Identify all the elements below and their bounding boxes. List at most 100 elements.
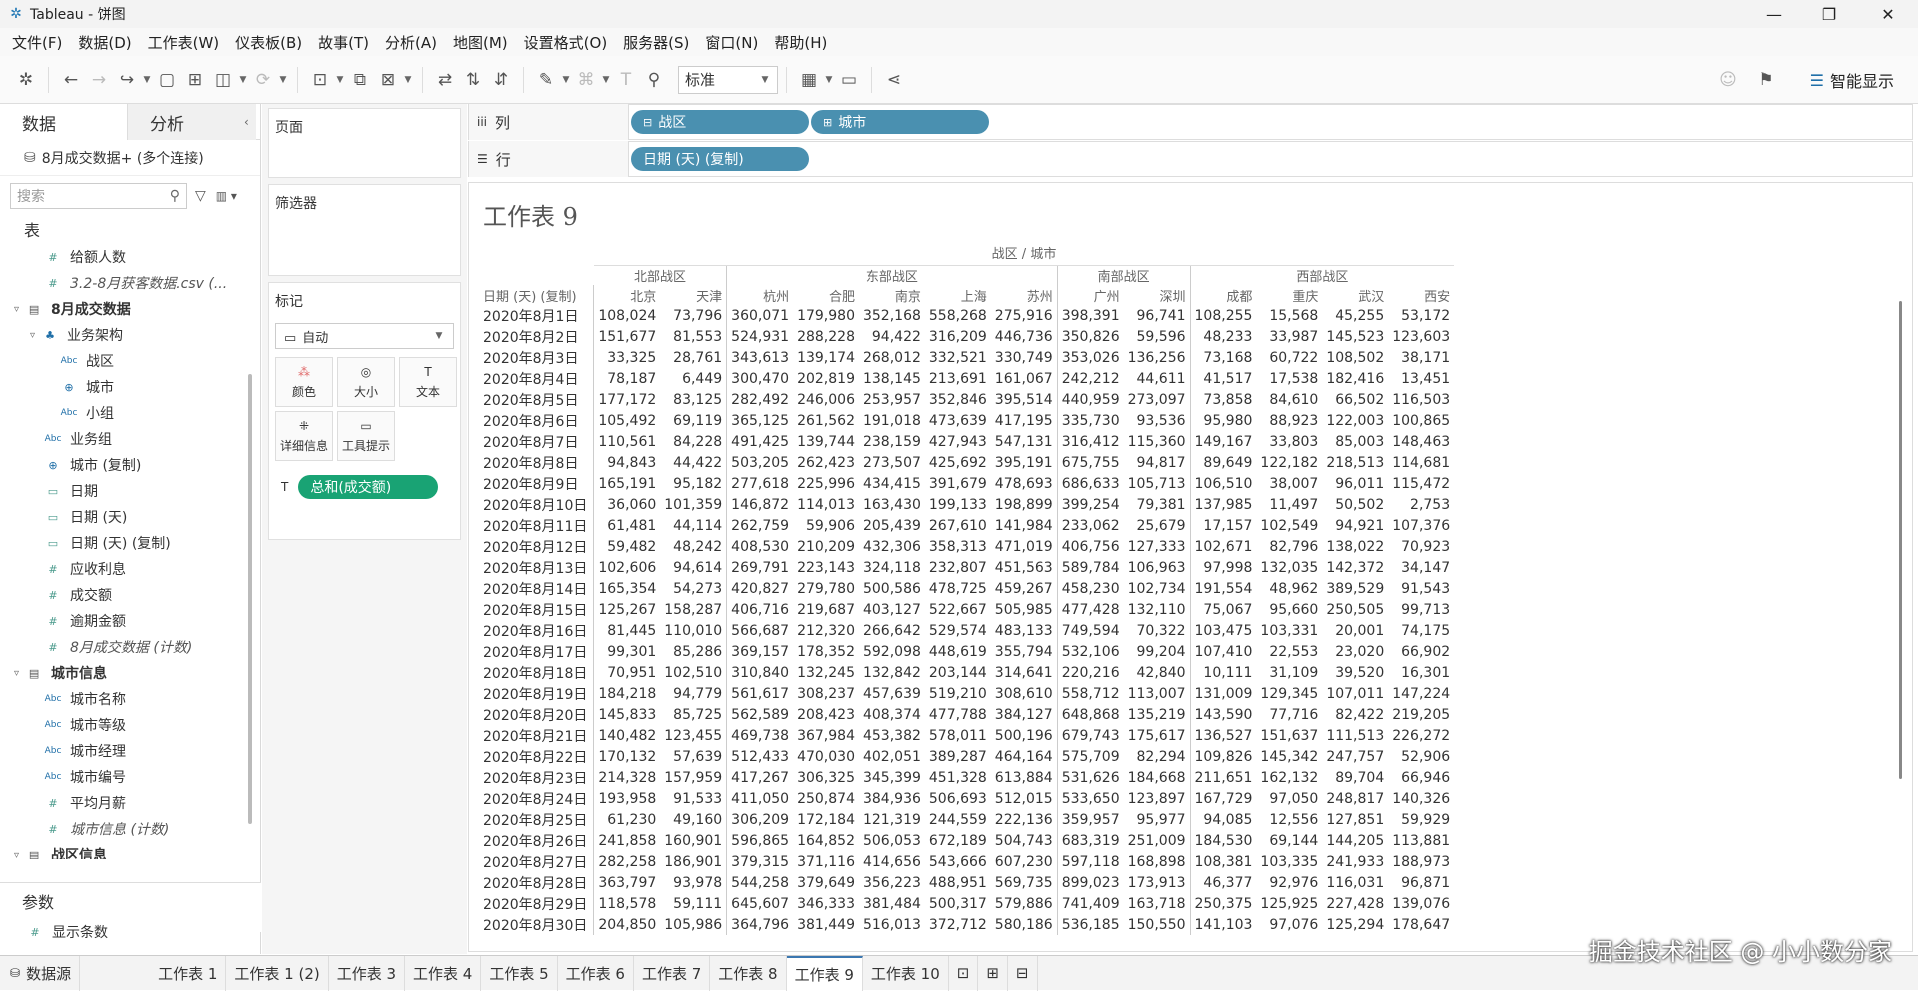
value-cell[interactable]: 97,050: [1256, 788, 1322, 809]
value-cell[interactable]: 85,003: [1322, 431, 1388, 452]
value-cell[interactable]: 95,182: [660, 473, 726, 494]
value-cell[interactable]: 88,923: [1256, 410, 1322, 431]
value-cell[interactable]: 607,230: [991, 851, 1057, 872]
value-cell[interactable]: 49,160: [660, 809, 726, 830]
format-brush-icon[interactable]: ⚑: [1752, 66, 1780, 94]
value-cell[interactable]: 31,109: [1256, 662, 1322, 683]
value-cell[interactable]: 459,267: [991, 578, 1057, 599]
menu-data[interactable]: 数据(D): [70, 32, 139, 53]
value-cell[interactable]: 212,320: [793, 620, 859, 641]
date-cell[interactable]: 2020年8月23日: [479, 767, 595, 788]
value-cell[interactable]: 100,865: [1388, 410, 1454, 431]
value-cell[interactable]: 253,957: [859, 389, 925, 410]
value-cell[interactable]: 470,030: [793, 746, 859, 767]
value-cell[interactable]: 346,333: [793, 893, 859, 914]
value-cell[interactable]: 137,985: [1189, 494, 1257, 515]
value-cell[interactable]: 218,513: [1322, 452, 1388, 473]
field-item[interactable]: # 给额人数: [0, 244, 248, 270]
value-cell[interactable]: 73,796: [660, 305, 726, 326]
value-cell[interactable]: 213,691: [925, 368, 991, 389]
field-item[interactable]: Abc 城市名称: [0, 686, 248, 712]
value-cell[interactable]: 170,132: [594, 746, 660, 767]
city-header[interactable]: 合肥: [793, 285, 859, 305]
chevron-down-icon[interactable]: ▼: [600, 75, 612, 85]
value-cell[interactable]: 177,172: [594, 389, 660, 410]
value-cell[interactable]: 204,850: [594, 914, 660, 935]
value-cell[interactable]: 379,315: [726, 851, 794, 872]
value-cell[interactable]: 308,237: [793, 683, 859, 704]
new-worksheet-tab-icon[interactable]: ⊡: [949, 955, 979, 991]
value-cell[interactable]: 59,111: [660, 893, 726, 914]
mark-type-select[interactable]: ▭ 自动 ▼: [275, 323, 454, 349]
value-cell[interactable]: 686,633: [1056, 473, 1124, 494]
expand-chevron-icon[interactable]: ▿: [14, 668, 19, 679]
value-cell[interactable]: 38,007: [1256, 473, 1322, 494]
value-cell[interactable]: 232,807: [925, 557, 991, 578]
value-cell[interactable]: 503,205: [726, 452, 794, 473]
value-cell[interactable]: 464,164: [991, 746, 1057, 767]
field-item[interactable]: ▭ 日期: [0, 478, 248, 504]
value-cell[interactable]: 210,209: [793, 536, 859, 557]
value-cell[interactable]: 233,062: [1056, 515, 1124, 536]
value-cell[interactable]: 139,076: [1388, 893, 1454, 914]
value-cell[interactable]: 23,020: [1322, 641, 1388, 662]
value-cell[interactable]: 143,590: [1189, 704, 1257, 725]
date-cell[interactable]: 2020年8月20日: [479, 704, 595, 725]
value-cell[interactable]: 6,449: [660, 368, 726, 389]
value-cell[interactable]: 107,011: [1322, 683, 1388, 704]
value-cell[interactable]: 536,185: [1056, 914, 1124, 935]
value-cell[interactable]: 122,003: [1322, 410, 1388, 431]
value-cell[interactable]: 44,422: [660, 452, 726, 473]
value-cell[interactable]: 103,475: [1189, 620, 1257, 641]
swap-icon[interactable]: ⇄: [431, 66, 459, 94]
chevron-down-icon[interactable]: ▼: [277, 75, 289, 85]
value-cell[interactable]: 25,679: [1124, 515, 1190, 536]
value-cell[interactable]: 73,168: [1189, 347, 1257, 368]
value-cell[interactable]: 123,455: [660, 725, 726, 746]
sheet-tab[interactable]: 工作表 1: [150, 955, 227, 991]
value-cell[interactable]: 44,611: [1124, 368, 1190, 389]
value-cell[interactable]: 350,826: [1056, 326, 1124, 347]
row-pill-date[interactable]: 日期 (天) (复制): [631, 147, 809, 171]
zone-header[interactable]: 南部战区: [1056, 264, 1191, 285]
tableau-home-icon[interactable]: ✲: [12, 66, 40, 94]
value-cell[interactable]: 108,024: [594, 305, 660, 326]
date-cell[interactable]: 2020年8月1日: [479, 305, 595, 326]
value-cell[interactable]: 451,328: [925, 767, 991, 788]
value-cell[interactable]: 504,743: [991, 830, 1057, 851]
replay-icon[interactable]: ↪: [113, 66, 141, 94]
value-cell[interactable]: 178,352: [793, 641, 859, 662]
value-cell[interactable]: 123,603: [1388, 326, 1454, 347]
value-cell[interactable]: 116,031: [1322, 872, 1388, 893]
city-header[interactable]: 武汉: [1322, 285, 1388, 305]
menu-format[interactable]: 设置格式(O): [516, 32, 616, 53]
value-cell[interactable]: 12,556: [1256, 809, 1322, 830]
value-cell[interactable]: 356,223: [859, 872, 925, 893]
zone-header[interactable]: 东部战区: [726, 264, 1058, 285]
value-cell[interactable]: 144,205: [1322, 830, 1388, 851]
value-cell[interactable]: 66,502: [1322, 389, 1388, 410]
value-cell[interactable]: 175,617: [1124, 725, 1190, 746]
value-cell[interactable]: 288,228: [793, 326, 859, 347]
value-cell[interactable]: 17,157: [1189, 515, 1257, 536]
value-cell[interactable]: 83,125: [660, 389, 726, 410]
date-cell[interactable]: 2020年8月10日: [479, 494, 595, 515]
view-options-icon[interactable]: ▥ ▾: [216, 189, 237, 203]
value-cell[interactable]: 115,360: [1124, 431, 1190, 452]
value-cell[interactable]: 163,718: [1124, 893, 1190, 914]
new-dashboard-tab-icon[interactable]: ⊞: [978, 955, 1008, 991]
value-cell[interactable]: 208,423: [793, 704, 859, 725]
value-cell[interactable]: 365,125: [726, 410, 794, 431]
sheet-tab[interactable]: 工作表 7: [634, 955, 711, 991]
value-cell[interactable]: 432,306: [859, 536, 925, 557]
value-cell[interactable]: 269,791: [726, 557, 794, 578]
value-cell[interactable]: 597,118: [1056, 851, 1124, 872]
value-cell[interactable]: 109,826: [1189, 746, 1257, 767]
value-cell[interactable]: 478,693: [991, 473, 1057, 494]
value-cell[interactable]: 66,902: [1388, 641, 1454, 662]
value-cell[interactable]: 94,779: [660, 683, 726, 704]
value-cell[interactable]: 41,517: [1189, 368, 1257, 389]
value-cell[interactable]: 149,167: [1189, 431, 1257, 452]
value-cell[interactable]: 250,874: [793, 788, 859, 809]
value-cell[interactable]: 94,422: [859, 326, 925, 347]
